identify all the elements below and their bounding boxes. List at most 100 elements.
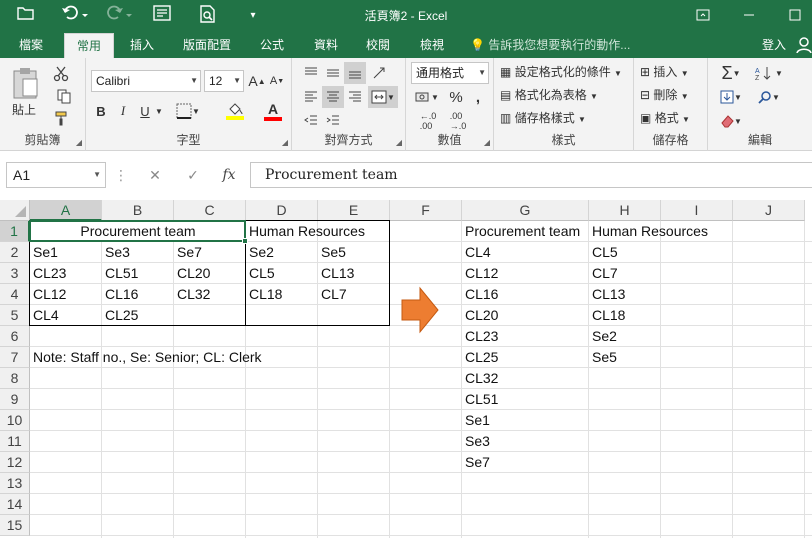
- name-box[interactable]: A1 ▼: [6, 162, 106, 188]
- cell-h7[interactable]: Se5: [589, 347, 617, 368]
- tell-me-box[interactable]: 💡 告訴我您想要執行的動作...: [470, 33, 630, 58]
- cell-styles-button[interactable]: ▥ 儲存格樣式 ▼: [500, 108, 586, 130]
- cell-a7[interactable]: Note: Staff no., Se: Senior; CL: Clerk: [30, 347, 262, 368]
- number-format-select[interactable]: 通用格式 ▼: [411, 62, 489, 84]
- row-header-14[interactable]: 14: [0, 494, 30, 515]
- cancel-formula-button[interactable]: ✕: [142, 162, 168, 188]
- align-bottom-icon[interactable]: [344, 62, 366, 84]
- cell-g7[interactable]: CL25: [462, 347, 498, 368]
- borders-icon[interactable]: ▼: [174, 100, 202, 122]
- column-header-h[interactable]: H: [589, 200, 661, 221]
- cell-d4[interactable]: CL18: [246, 284, 282, 305]
- fill-color-icon[interactable]: [220, 98, 250, 124]
- accounting-format-icon[interactable]: ▼: [412, 86, 442, 108]
- tab-file[interactable]: 檔案: [10, 33, 52, 58]
- paste-label[interactable]: 貼上: [12, 100, 36, 120]
- tab-formulas[interactable]: 公式: [250, 33, 294, 58]
- tab-home[interactable]: 常用: [64, 33, 114, 58]
- column-header-a[interactable]: A: [30, 200, 102, 221]
- select-all-corner[interactable]: [0, 200, 30, 221]
- decrease-decimal-icon[interactable]: .00 →.0: [446, 110, 470, 132]
- cell-b5[interactable]: CL25: [102, 305, 138, 326]
- grow-font-button[interactable]: A ▲: [248, 70, 266, 92]
- row-header-8[interactable]: 8: [0, 368, 30, 389]
- row-header-10[interactable]: 10: [0, 410, 30, 431]
- row-header-7[interactable]: 7: [0, 347, 30, 368]
- cell-b4[interactable]: CL16: [102, 284, 138, 305]
- cell-h4[interactable]: CL13: [589, 284, 625, 305]
- cell-g5[interactable]: CL20: [462, 305, 498, 326]
- cell-c2[interactable]: Se7: [174, 242, 202, 263]
- cell-h6[interactable]: Se2: [589, 326, 617, 347]
- shrink-font-button[interactable]: A ▼: [268, 70, 286, 92]
- fill-handle[interactable]: [242, 238, 248, 244]
- font-name-select[interactable]: Calibri ▼: [91, 70, 201, 92]
- enter-formula-button[interactable]: ✓: [180, 162, 206, 188]
- maximize-icon[interactable]: [780, 5, 810, 27]
- sort-filter-icon[interactable]: A Z ▼: [752, 62, 786, 84]
- cell-e3[interactable]: CL13: [318, 263, 354, 284]
- tab-review[interactable]: 校閱: [356, 33, 400, 58]
- row-header-6[interactable]: 6: [0, 326, 30, 347]
- fill-icon[interactable]: ▼: [716, 86, 746, 108]
- delete-cells-button[interactable]: ⊟ 刪除 ▼: [640, 85, 689, 107]
- cell-h1[interactable]: Human Resources: [589, 221, 708, 242]
- row-header-1[interactable]: 1: [0, 221, 30, 242]
- dialog-launcher-icon[interactable]: ◢: [282, 138, 288, 147]
- font-color-icon[interactable]: A: [258, 98, 288, 124]
- column-header-b[interactable]: B: [102, 200, 174, 221]
- decrease-indent-icon[interactable]: [300, 110, 322, 132]
- font-size-select[interactable]: 12 ▼: [204, 70, 244, 92]
- row-header-3[interactable]: 3: [0, 263, 30, 284]
- format-cells-button[interactable]: ▣ 格式 ▼: [640, 108, 690, 130]
- increase-indent-icon[interactable]: [322, 110, 344, 132]
- minimize-icon[interactable]: [734, 5, 764, 27]
- cell-g2[interactable]: CL4: [462, 242, 491, 263]
- cell-b2[interactable]: Se3: [102, 242, 130, 263]
- align-middle-icon[interactable]: [322, 62, 344, 84]
- cell-h2[interactable]: CL5: [589, 242, 618, 263]
- cell-g3[interactable]: CL12: [462, 263, 498, 284]
- row-header-15[interactable]: 15: [0, 515, 30, 536]
- underline-dropdown-icon[interactable]: ▼: [154, 100, 164, 122]
- column-header-j[interactable]: J: [733, 200, 805, 221]
- column-header-c[interactable]: C: [174, 200, 246, 221]
- cell-h5[interactable]: CL18: [589, 305, 625, 326]
- row-header-5[interactable]: 5: [0, 305, 30, 326]
- cell-c3[interactable]: CL20: [174, 263, 210, 284]
- column-header-f[interactable]: F: [390, 200, 462, 221]
- paste-icon[interactable]: [8, 64, 44, 102]
- account-icon[interactable]: [796, 37, 812, 56]
- column-header-e[interactable]: E: [318, 200, 390, 221]
- align-left-icon[interactable]: [300, 86, 322, 108]
- merge-center-icon[interactable]: ▼: [368, 86, 398, 108]
- cell-d2[interactable]: Se2: [246, 242, 274, 263]
- login-link[interactable]: 登入: [762, 33, 786, 58]
- column-header-i[interactable]: I: [661, 200, 733, 221]
- cell-g10[interactable]: Se1: [462, 410, 490, 431]
- row-header-13[interactable]: 13: [0, 473, 30, 494]
- cell-a2[interactable]: Se1: [30, 242, 58, 263]
- cell-a3[interactable]: CL23: [30, 263, 66, 284]
- copy-icon[interactable]: [50, 86, 78, 106]
- insert-function-button[interactable]: fx: [216, 162, 242, 188]
- autosum-button[interactable]: Σ ▼: [716, 62, 746, 84]
- cell-a4[interactable]: CL12: [30, 284, 66, 305]
- cell-d1[interactable]: Human Resources: [246, 221, 365, 242]
- cell-h3[interactable]: CL7: [589, 263, 618, 284]
- align-top-icon[interactable]: [300, 62, 322, 84]
- align-right-icon[interactable]: [344, 86, 366, 108]
- cell-c4[interactable]: CL32: [174, 284, 210, 305]
- row-header-4[interactable]: 4: [0, 284, 30, 305]
- conditional-formatting-button[interactable]: ▦ 設定格式化的條件 ▼: [500, 62, 622, 84]
- comma-style-button[interactable]: ,: [468, 86, 488, 108]
- italic-button[interactable]: I: [114, 100, 132, 122]
- row-header-12[interactable]: 12: [0, 452, 30, 473]
- formula-input[interactable]: Procurement team: [250, 162, 812, 188]
- cell-b3[interactable]: CL51: [102, 263, 138, 284]
- align-center-icon[interactable]: [322, 86, 344, 108]
- format-as-table-button[interactable]: ▤ 格式化為表格 ▼: [500, 85, 598, 107]
- percent-style-button[interactable]: %: [446, 86, 466, 108]
- dialog-launcher-icon[interactable]: ◢: [76, 138, 82, 147]
- cell-g4[interactable]: CL16: [462, 284, 498, 305]
